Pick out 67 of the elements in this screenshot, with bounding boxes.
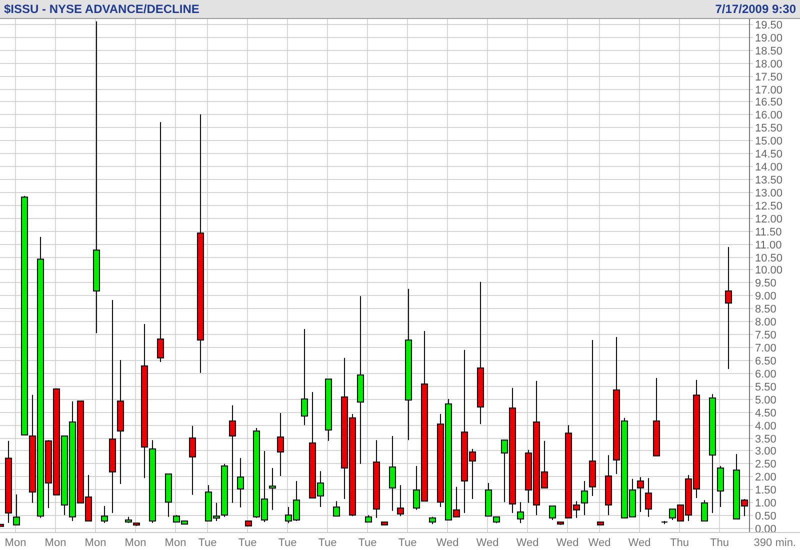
candlestick bbox=[189, 425, 196, 496]
y-axis-label: 1.50 bbox=[755, 484, 776, 496]
y-axis-label: 15.50 bbox=[755, 122, 783, 134]
y-axis-label: 6.50 bbox=[755, 356, 776, 368]
x-axis-label: Thu bbox=[710, 537, 729, 549]
y-axis-label: 16.00 bbox=[755, 110, 783, 122]
x-axis-label: Wed bbox=[556, 537, 579, 549]
y-axis-label: 19.50 bbox=[755, 20, 783, 32]
candlestick bbox=[245, 520, 252, 526]
y-axis-label: 13.00 bbox=[755, 188, 783, 200]
y-axis-label: 7.00 bbox=[755, 342, 776, 354]
y-axis-label: 2.50 bbox=[755, 458, 776, 470]
x-axis-label: Mon bbox=[4, 537, 26, 549]
x-axis-label: Wed bbox=[588, 537, 611, 549]
y-axis-label: 17.50 bbox=[755, 72, 783, 84]
candlestick bbox=[429, 516, 436, 525]
chart-date: 7/17/2009 9:30 bbox=[715, 2, 796, 16]
y-axis-label: 1.00 bbox=[755, 498, 776, 510]
y-axis-label: 18.50 bbox=[755, 46, 783, 58]
y-axis-label: 12.00 bbox=[755, 214, 783, 226]
candlestick bbox=[325, 378, 332, 442]
time-span-label: 390 min. bbox=[754, 537, 796, 549]
x-axis-label: Mon bbox=[44, 537, 66, 549]
y-axis-label: 10.00 bbox=[755, 264, 783, 276]
x-axis-label: Wed bbox=[436, 537, 459, 549]
x-axis-label: Mon bbox=[164, 537, 186, 549]
x-axis-label: Wed bbox=[628, 537, 651, 549]
y-axis-label: 11.00 bbox=[755, 240, 782, 252]
y-axis-label: 4.00 bbox=[755, 420, 776, 432]
y-axis-label: 5.50 bbox=[755, 382, 776, 394]
y-axis-label: 12.50 bbox=[755, 200, 783, 212]
y-axis-label: 14.00 bbox=[755, 162, 783, 174]
y-axis-label: 14.50 bbox=[755, 148, 783, 160]
y-axis-label: 10.50 bbox=[755, 252, 783, 264]
x-axis-label: Tue bbox=[278, 537, 297, 549]
y-axis-label: 3.50 bbox=[755, 434, 776, 446]
candlestick bbox=[381, 522, 388, 526]
y-axis-label: 8.50 bbox=[755, 304, 776, 316]
y-axis-label: 3.00 bbox=[755, 446, 776, 458]
y-axis-label: 11.50 bbox=[755, 226, 782, 238]
y-axis-label: 9.00 bbox=[755, 290, 776, 302]
y-axis-label: 2.00 bbox=[755, 472, 776, 484]
y-axis-label: 13.50 bbox=[755, 174, 783, 186]
y-axis-label: 9.50 bbox=[755, 278, 776, 290]
y-axis-label: 6.00 bbox=[755, 368, 776, 380]
x-axis-label: Tue bbox=[358, 537, 377, 549]
x-axis-label: Tue bbox=[318, 537, 337, 549]
y-axis-label: 7.50 bbox=[755, 330, 776, 342]
x-axis-label: Mon bbox=[84, 537, 106, 549]
x-axis-label: Wed bbox=[516, 537, 539, 549]
x-axis-label: Wed bbox=[476, 537, 499, 549]
y-axis-label: 0.50 bbox=[755, 510, 776, 522]
candlestick bbox=[597, 522, 604, 526]
x-axis-label: Mon bbox=[124, 537, 146, 549]
x-axis-label: Thu bbox=[670, 537, 689, 549]
y-axis-label: 4.50 bbox=[755, 408, 776, 420]
y-axis-label: 19.00 bbox=[755, 32, 783, 44]
x-axis-label: Tue bbox=[198, 537, 217, 549]
y-axis-label: 15.00 bbox=[755, 136, 783, 148]
y-axis-label: 18.00 bbox=[755, 58, 783, 70]
x-axis-label: Tue bbox=[238, 537, 257, 549]
x-axis-label: Tue bbox=[398, 537, 417, 549]
chart-title: $ISSU - NYSE ADVANCE/DECLINE bbox=[4, 2, 200, 16]
y-axis-label: 5.00 bbox=[755, 394, 776, 406]
y-axis-label: 17.00 bbox=[755, 84, 783, 96]
y-axis-label: 8.00 bbox=[755, 316, 776, 328]
y-axis-label: 16.50 bbox=[755, 96, 783, 108]
